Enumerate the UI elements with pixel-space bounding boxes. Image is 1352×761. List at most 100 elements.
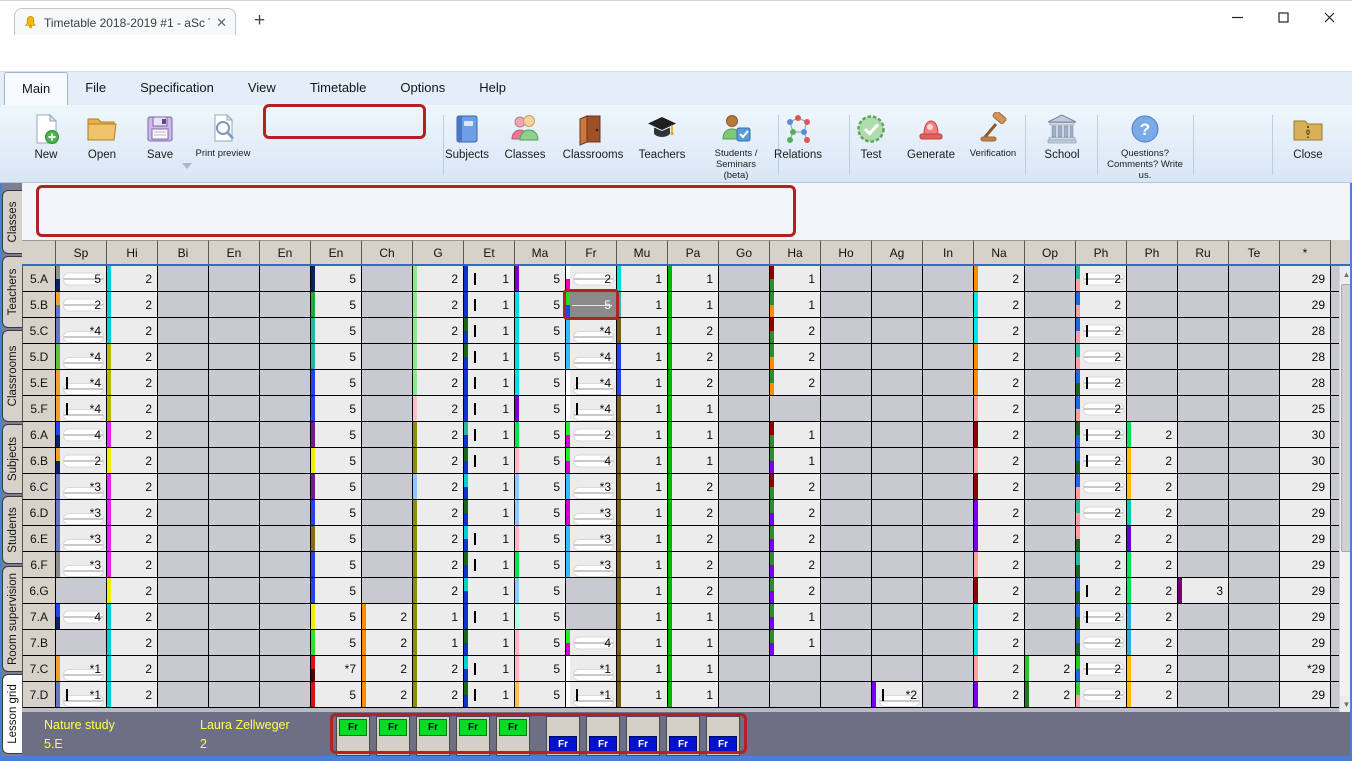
grid-cell[interactable] <box>1025 422 1076 448</box>
grid-cell[interactable] <box>209 656 260 682</box>
column-header[interactable]: Ch <box>362 240 413 266</box>
grid-cell[interactable]: 2 <box>974 292 1025 318</box>
column-header[interactable]: Sp <box>56 240 107 266</box>
grid-cell[interactable]: 2 <box>413 578 464 604</box>
grid-cell[interactable]: 1 <box>668 656 719 682</box>
grid-cell[interactable]: 1 <box>617 344 668 370</box>
grid-cell[interactable] <box>719 578 770 604</box>
menu-main[interactable]: Main <box>4 72 68 105</box>
grid-cell[interactable]: 1 <box>617 682 668 708</box>
grid-cell[interactable] <box>1229 474 1280 500</box>
grid-cell[interactable] <box>872 604 923 630</box>
row-label[interactable]: 5.F <box>22 396 56 422</box>
row-label[interactable]: 5.D <box>22 344 56 370</box>
column-header[interactable]: Ph <box>1127 240 1178 266</box>
grid-cell[interactable]: *3 <box>566 474 617 500</box>
grid-cell[interactable]: 2 <box>974 474 1025 500</box>
grid-cell[interactable] <box>1229 552 1280 578</box>
grid-cell[interactable] <box>821 526 872 552</box>
grid-cell[interactable]: *1 <box>56 656 107 682</box>
grid-cell[interactable]: 28 <box>1280 318 1331 344</box>
grid-cell[interactable]: 2 <box>1076 552 1127 578</box>
relations-button[interactable]: Relations <box>769 112 827 162</box>
classrooms-button[interactable]: Classrooms <box>560 112 626 162</box>
sidebar-tab-subjects[interactable]: Subjects <box>2 424 22 494</box>
grid-cell[interactable] <box>719 344 770 370</box>
grid-cell[interactable]: 1 <box>617 526 668 552</box>
grid-cell[interactable]: 1 <box>464 630 515 656</box>
grid-cell[interactable] <box>158 604 209 630</box>
column-header[interactable]: In <box>923 240 974 266</box>
grid-cell[interactable]: 1 <box>464 344 515 370</box>
grid-cell[interactable]: 2 <box>107 370 158 396</box>
grid-cell[interactable]: 5 <box>515 318 566 344</box>
grid-cell[interactable] <box>260 526 311 552</box>
grid-cell[interactable]: 29 <box>1280 266 1331 292</box>
row-label[interactable]: 6.A <box>22 422 56 448</box>
grid-cell[interactable]: *3 <box>566 500 617 526</box>
grid-cell[interactable] <box>260 396 311 422</box>
grid-cell[interactable]: 2 <box>56 448 107 474</box>
grid-cell[interactable] <box>872 500 923 526</box>
grid-cell[interactable] <box>362 344 413 370</box>
grid-cell[interactable]: 2 <box>107 682 158 708</box>
grid-cell[interactable] <box>1127 292 1178 318</box>
grid-cell[interactable] <box>719 526 770 552</box>
grid-cell[interactable] <box>158 552 209 578</box>
grid-cell[interactable] <box>158 500 209 526</box>
grid-cell[interactable] <box>209 266 260 292</box>
grid-cell[interactable] <box>719 474 770 500</box>
column-header[interactable]: Et <box>464 240 515 266</box>
grid-cell[interactable] <box>1229 630 1280 656</box>
grid-cell[interactable] <box>158 656 209 682</box>
grid-cell[interactable]: 25 <box>1280 396 1331 422</box>
grid-cell[interactable]: 2 <box>413 292 464 318</box>
verification-button[interactable]: Verification <box>962 112 1024 160</box>
grid-cell[interactable]: 2 <box>1127 630 1178 656</box>
grid-cell[interactable]: 2 <box>1076 422 1127 448</box>
column-header[interactable]: * <box>1280 240 1331 266</box>
grid-cell[interactable]: 2 <box>1076 474 1127 500</box>
grid-cell[interactable] <box>1025 318 1076 344</box>
grid-cell[interactable] <box>872 318 923 344</box>
grid-cell[interactable]: 2 <box>107 396 158 422</box>
grid-cell[interactable]: 2 <box>107 578 158 604</box>
grid-cell[interactable] <box>260 656 311 682</box>
grid-cell[interactable]: 5 <box>515 630 566 656</box>
close-button[interactable]: Close <box>1284 112 1332 162</box>
grid-cell[interactable] <box>872 578 923 604</box>
grid-cell[interactable] <box>719 656 770 682</box>
sidebar-tab-lesson-grid[interactable]: Lesson grid <box>2 674 22 754</box>
grid-cell[interactable] <box>1178 682 1229 708</box>
grid-cell[interactable] <box>158 370 209 396</box>
grid-cell[interactable]: *1 <box>56 682 107 708</box>
grid-cell[interactable] <box>923 422 974 448</box>
grid-cell[interactable] <box>260 266 311 292</box>
grid-cell[interactable] <box>1025 604 1076 630</box>
grid-cell[interactable]: 5 <box>311 682 362 708</box>
column-header[interactable]: Ag <box>872 240 923 266</box>
grid-cell[interactable] <box>1025 526 1076 552</box>
window-minimize-button[interactable] <box>1214 1 1260 34</box>
grid-cell[interactable] <box>923 578 974 604</box>
grid-cell[interactable] <box>872 292 923 318</box>
grid-cell[interactable]: 1 <box>464 526 515 552</box>
grid-cell[interactable]: *4 <box>566 318 617 344</box>
grid-cell[interactable]: *4 <box>56 396 107 422</box>
grid-cell[interactable]: 1 <box>668 422 719 448</box>
grid-cell[interactable]: 1 <box>668 604 719 630</box>
grid-cell[interactable]: 2 <box>107 474 158 500</box>
grid-cell[interactable] <box>209 526 260 552</box>
grid-cell[interactable]: 5 <box>311 500 362 526</box>
row-label[interactable]: 5.E <box>22 370 56 396</box>
grid-cell[interactable]: 2 <box>974 552 1025 578</box>
row-label[interactable]: 7.A <box>22 604 56 630</box>
grid-cell[interactable]: 1 <box>668 630 719 656</box>
grid-cell[interactable] <box>1178 292 1229 318</box>
grid-cell[interactable] <box>209 604 260 630</box>
grid-cell[interactable]: 2 <box>668 526 719 552</box>
grid-cell[interactable] <box>209 292 260 318</box>
row-label[interactable]: 5.B <box>22 292 56 318</box>
grid-cell[interactable] <box>1178 448 1229 474</box>
grid-cell[interactable] <box>872 370 923 396</box>
